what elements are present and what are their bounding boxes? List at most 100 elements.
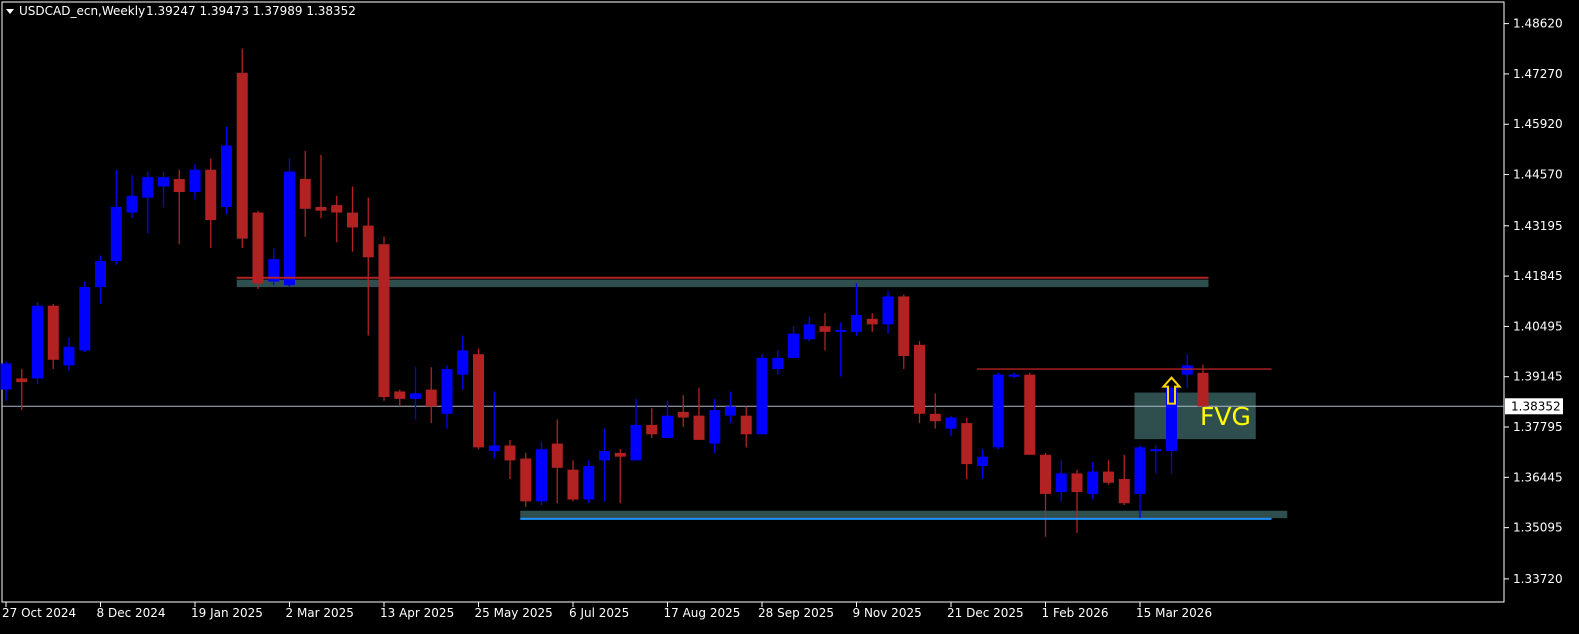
- candle-body: [299, 179, 311, 209]
- price-tick-label: 1.44570: [1513, 168, 1563, 182]
- time-tick-label: 8 Dec 2024: [97, 606, 166, 620]
- candle-body: [835, 329, 847, 332]
- candle-body: [362, 225, 374, 258]
- price-tick-label: 1.36445: [1513, 470, 1563, 484]
- candle-body: [95, 261, 106, 288]
- candle-body: [945, 417, 957, 429]
- candle[interactable]: [914, 341, 925, 424]
- candle-body: [394, 391, 406, 399]
- candle-body: [646, 424, 658, 435]
- time-tick-label: 1 Feb 2026: [1042, 606, 1109, 620]
- candle-body: [378, 244, 390, 398]
- candle-body: [331, 205, 343, 213]
- candle-body: [47, 305, 59, 360]
- price-tick-label: 1.40495: [1513, 319, 1563, 333]
- candle-body: [221, 145, 232, 207]
- ohlc-label: 1.39247 1.39473 1.37989 1.38352: [146, 4, 356, 18]
- candle-body: [1087, 471, 1099, 494]
- candle-body: [583, 465, 595, 500]
- candle[interactable]: [236, 48, 248, 248]
- time-tick-label: 19 Jan 2025: [191, 606, 263, 620]
- candle-body: [0, 363, 12, 390]
- support-zone[interactable]: [520, 510, 1288, 519]
- candle-body: [504, 445, 516, 461]
- price-tick-label: 1.33720: [1513, 572, 1563, 586]
- candle-body: [898, 296, 910, 357]
- candle-body: [315, 206, 327, 211]
- price-tick-label: 1.48620: [1513, 17, 1563, 31]
- candle-body: [158, 177, 169, 187]
- candle-body: [1008, 374, 1020, 377]
- candle[interactable]: [520, 452, 532, 507]
- current-price-label: 1.38352: [1511, 399, 1561, 413]
- candle-body: [252, 212, 264, 284]
- candle-body: [110, 206, 122, 262]
- fvg-label: FVG: [1200, 402, 1251, 431]
- candle[interactable]: [79, 281, 91, 353]
- time-tick-label: 13 Apr 2025: [380, 606, 454, 620]
- candle-body: [441, 369, 453, 414]
- candle[interactable]: [536, 441, 547, 506]
- candle-body: [79, 287, 91, 351]
- candle-body: [236, 72, 248, 239]
- candle-body: [205, 169, 217, 221]
- time-tick-label: 2 Mar 2025: [286, 606, 354, 620]
- candle-body: [189, 169, 201, 193]
- symbol-label: USDCAD_ecn,Weekly: [19, 4, 145, 18]
- candle-body: [473, 354, 484, 448]
- candle-body: [614, 452, 626, 457]
- candle-body: [457, 350, 469, 375]
- candle-body: [929, 413, 941, 422]
- candle-body: [1103, 471, 1114, 483]
- candle-body: [914, 344, 925, 414]
- candle[interactable]: [47, 303, 59, 370]
- candle[interactable]: [378, 236, 390, 401]
- candle-body: [520, 458, 532, 502]
- candle-body: [772, 357, 784, 370]
- candle-body: [756, 357, 768, 435]
- candle-body: [693, 415, 705, 440]
- candle-body: [551, 443, 563, 468]
- candle-body: [977, 456, 988, 466]
- candle[interactable]: [284, 158, 295, 288]
- candle-body: [16, 378, 28, 383]
- candle-body: [284, 171, 295, 286]
- candle-body: [1118, 479, 1130, 504]
- candle-body: [347, 212, 358, 228]
- price-tick-label: 1.47270: [1513, 67, 1563, 81]
- candle[interactable]: [473, 348, 484, 450]
- candle[interactable]: [992, 372, 1004, 450]
- candle-body: [725, 406, 736, 416]
- chart-window[interactable]: FVG 1.48620 1.47270 1.45920 1.44570 1.43195 1…: [0, 0, 1579, 630]
- time-tick-label: 6 Jul 2025: [569, 606, 629, 620]
- candle-body: [32, 305, 43, 379]
- candle-body: [63, 346, 75, 366]
- candle[interactable]: [32, 302, 43, 384]
- price-tick-label: 1.43195: [1513, 219, 1563, 233]
- candle-body: [410, 393, 421, 399]
- candle-body: [1040, 454, 1051, 494]
- candle-body: [567, 469, 579, 500]
- price-tick-label: 1.37795: [1513, 420, 1563, 434]
- time-tick-label: 9 Nov 2025: [853, 606, 922, 620]
- time-tick-label: 28 Sep 2025: [758, 606, 834, 620]
- candle[interactable]: [583, 460, 595, 504]
- candle-body: [425, 389, 437, 407]
- candle[interactable]: [1024, 372, 1036, 455]
- candle[interactable]: [756, 354, 768, 435]
- candle-body: [662, 415, 673, 439]
- price-tick-label: 1.39145: [1513, 370, 1563, 384]
- candle-body: [1134, 447, 1146, 494]
- candle-body: [599, 451, 610, 461]
- candle-body: [866, 318, 878, 325]
- candle-body: [819, 326, 831, 332]
- candle-body: [851, 315, 862, 332]
- candle-body: [126, 195, 138, 213]
- chart-svg[interactable]: FVG 1.48620 1.47270 1.45920 1.44570 1.43195 1…: [0, 0, 1579, 630]
- candle-body: [1150, 449, 1162, 452]
- candle-body: [630, 424, 642, 461]
- time-tick-label: 17 Aug 2025: [664, 606, 741, 620]
- candle-body: [992, 374, 1004, 448]
- candle-body: [536, 449, 547, 502]
- time-tick-label: 27 Oct 2024: [2, 606, 76, 620]
